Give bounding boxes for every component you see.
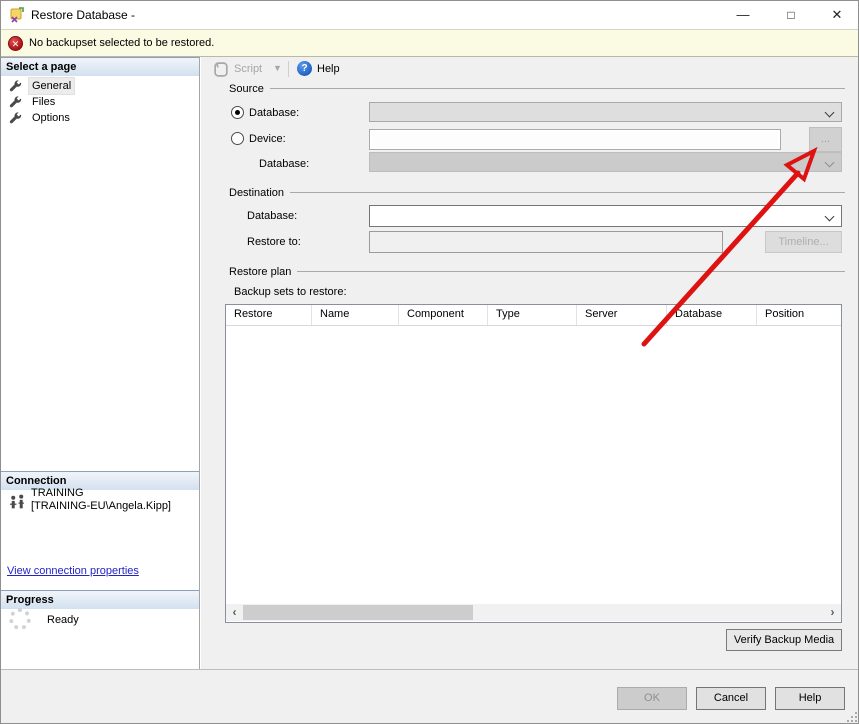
- progress-header: Progress: [1, 590, 199, 609]
- source-database-radio[interactable]: [231, 106, 244, 119]
- chevron-down-icon: [825, 212, 835, 222]
- device-path-input[interactable]: [369, 129, 781, 150]
- connection-user: [TRAINING-EU\Angela.Kipp]: [31, 500, 171, 512]
- footer-bar: OK Cancel Help: [1, 669, 859, 724]
- column-header-component[interactable]: Component: [399, 305, 488, 325]
- help-icon: ?: [297, 61, 312, 76]
- destination-database-label: Database:: [247, 210, 297, 222]
- sidebar-item-general[interactable]: General: [1, 78, 199, 94]
- timeline-button[interactable]: Timeline...: [765, 231, 842, 253]
- source-group: Source: [229, 82, 845, 95]
- destination-group: Destination: [229, 186, 845, 199]
- progress-status: Ready: [47, 614, 79, 626]
- chevron-down-icon: [825, 158, 835, 168]
- device-database-select[interactable]: [369, 152, 842, 172]
- warning-text: No backupset selected to be restored.: [29, 30, 214, 57]
- backup-sets-table: Restore Name Component Type Server Datab…: [225, 304, 842, 623]
- horizontal-scrollbar[interactable]: ‹ ›: [226, 604, 841, 621]
- browse-device-button[interactable]: ...: [809, 127, 842, 152]
- progress-spinner-icon: [9, 608, 31, 630]
- panel-toolbar: Script ▼ ? Help: [201, 57, 859, 81]
- wrench-icon: [9, 96, 22, 109]
- restore-plan-group: Restore plan: [229, 265, 845, 278]
- column-header-restore[interactable]: Restore: [226, 305, 312, 325]
- source-device-radio-label: Device:: [249, 133, 286, 145]
- chevron-down-icon[interactable]: ▼: [273, 57, 282, 79]
- error-icon: ✕: [8, 36, 23, 51]
- destination-database-select[interactable]: [369, 205, 842, 227]
- script-icon: [213, 61, 230, 78]
- sidebar-item-label: General: [29, 78, 74, 94]
- main-panel: Script ▼ ? Help Source Database: Device:…: [201, 57, 859, 669]
- source-database-radio-label: Database:: [249, 107, 299, 119]
- connection-server: TRAINING: [31, 487, 84, 499]
- title-bar: Restore Database - — □ ✕: [1, 1, 858, 29]
- column-header-type[interactable]: Type: [488, 305, 577, 325]
- chevron-down-icon: [825, 108, 835, 118]
- resize-grip[interactable]: [847, 712, 857, 722]
- restore-database-dialog: Restore Database - — □ ✕ ✕ No backupset …: [0, 0, 859, 724]
- minimize-button[interactable]: —: [725, 1, 761, 29]
- close-button[interactable]: ✕: [819, 1, 855, 29]
- ok-button[interactable]: OK: [617, 687, 687, 710]
- select-a-page-header: Select a page: [1, 57, 199, 76]
- destination-group-label: Destination: [229, 187, 290, 199]
- cancel-button[interactable]: Cancel: [696, 687, 766, 710]
- backup-sets-caption: Backup sets to restore:: [234, 286, 347, 298]
- connection-users-icon: [9, 494, 26, 511]
- sidebar-item-files[interactable]: Files: [1, 94, 199, 110]
- restore-database-icon: [9, 7, 25, 23]
- sidebar-item-label: Options: [29, 110, 73, 126]
- scrollbar-thumb[interactable]: [243, 605, 473, 620]
- scroll-left-icon[interactable]: ‹: [226, 604, 243, 621]
- view-connection-properties-link[interactable]: View connection properties: [7, 565, 139, 577]
- sidebar-item-options[interactable]: Options: [1, 110, 199, 126]
- wrench-icon: [9, 80, 22, 93]
- device-database-label: Database:: [259, 158, 309, 170]
- column-header-server[interactable]: Server: [577, 305, 667, 325]
- window-title: Restore Database -: [31, 1, 135, 29]
- column-header-database[interactable]: Database: [667, 305, 757, 325]
- maximize-button[interactable]: □: [773, 1, 809, 29]
- sidebar-item-label: Files: [29, 94, 58, 110]
- table-header-row: Restore Name Component Type Server Datab…: [226, 305, 841, 326]
- column-header-position[interactable]: Position: [757, 305, 841, 325]
- restore-to-label: Restore to:: [247, 236, 301, 248]
- toolbar-separator: [288, 61, 289, 77]
- help-button[interactable]: Help: [775, 687, 845, 710]
- source-device-radio[interactable]: [231, 132, 244, 145]
- toolbar-help-button[interactable]: Help: [317, 57, 340, 81]
- warning-banner: ✕ No backupset selected to be restored.: [1, 29, 858, 57]
- sidebar: Select a page General Files Options Conn…: [1, 57, 200, 669]
- wrench-icon: [9, 112, 22, 125]
- source-database-select[interactable]: [369, 102, 842, 122]
- restore-to-input[interactable]: [369, 231, 723, 253]
- verify-backup-media-button[interactable]: Verify Backup Media: [726, 629, 842, 651]
- source-group-label: Source: [229, 83, 270, 95]
- restore-plan-group-label: Restore plan: [229, 266, 297, 278]
- column-header-name[interactable]: Name: [312, 305, 399, 325]
- scroll-right-icon[interactable]: ›: [824, 604, 841, 621]
- script-button[interactable]: Script: [234, 57, 262, 81]
